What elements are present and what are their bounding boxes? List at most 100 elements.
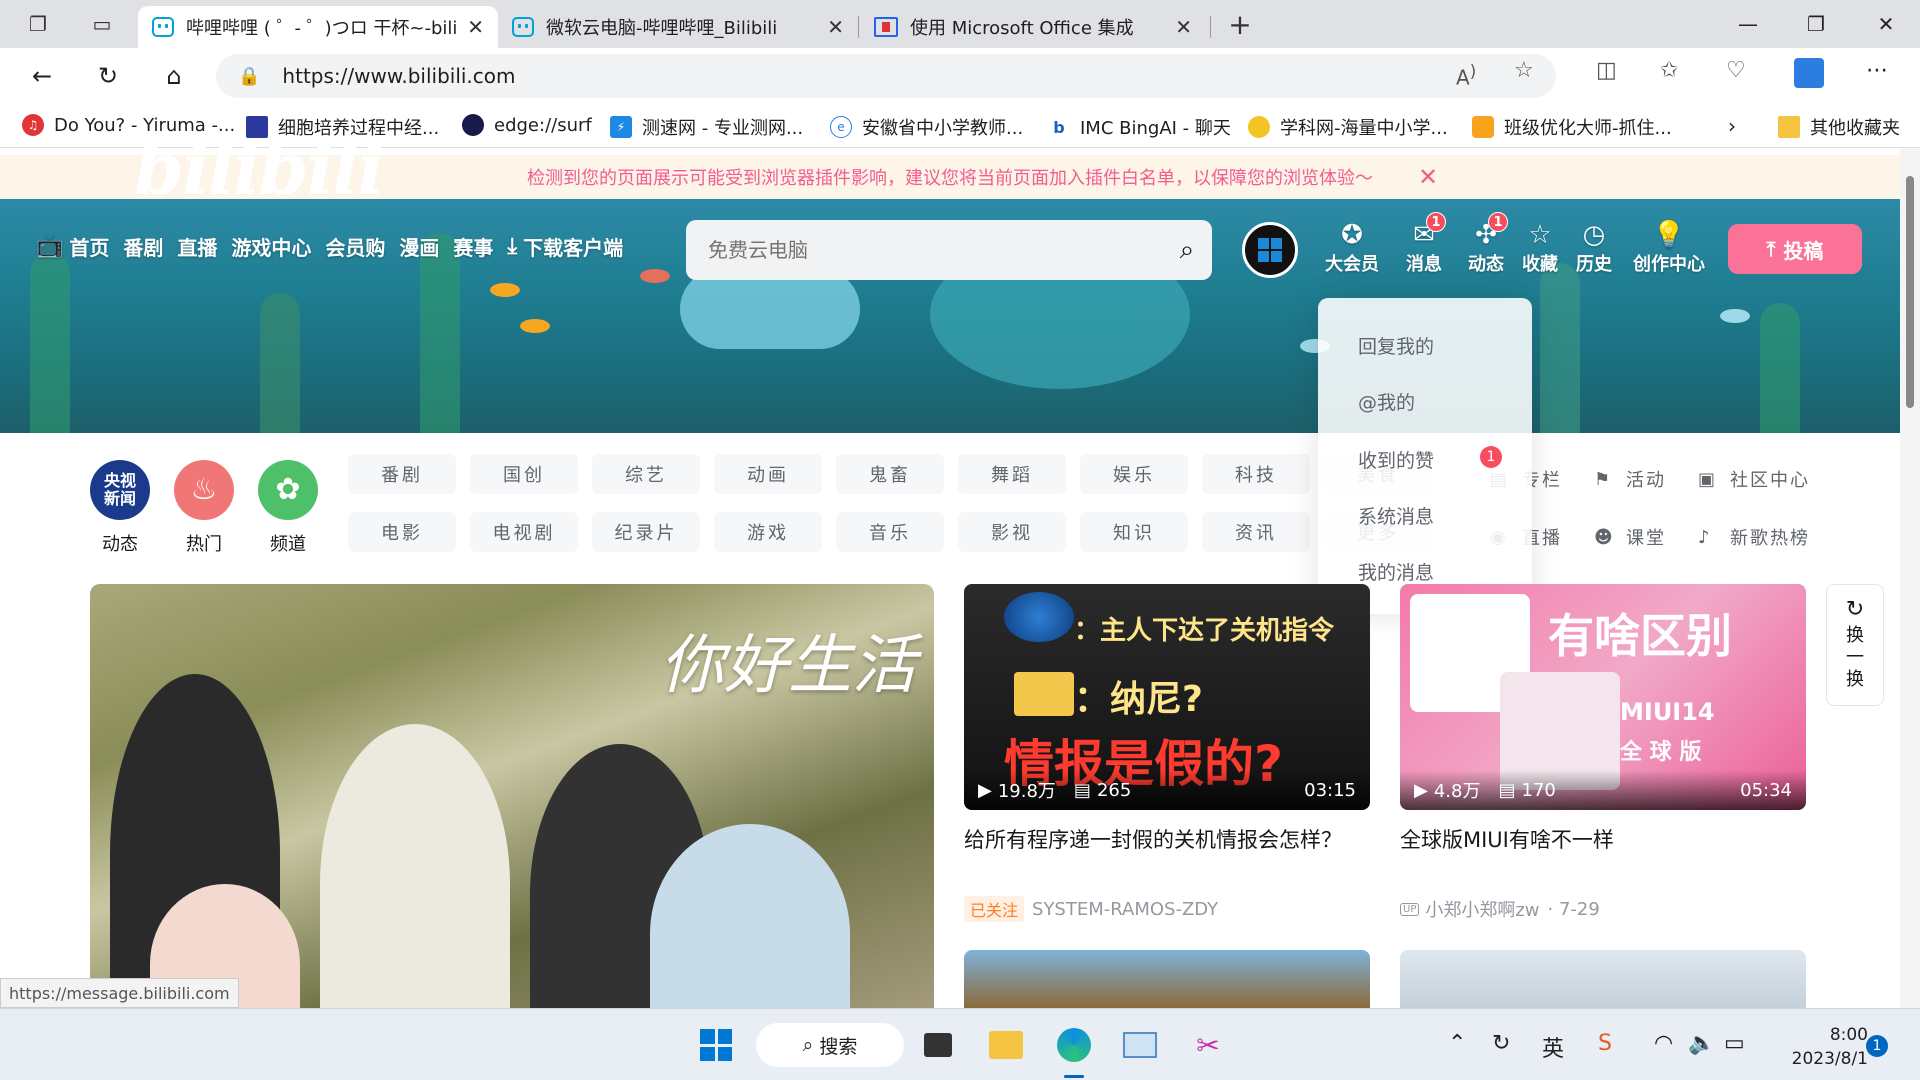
video-thumbnail[interactable] [1400, 950, 1806, 1008]
video-thumbnail[interactable]: ：主人下达了关机指令 ：纳尼? 情报是假的? ▶ 19.8万 ▤ 265 03:15 [964, 584, 1370, 810]
tab-close-icon[interactable]: ✕ [1175, 15, 1192, 39]
channel-pill[interactable]: 番剧 [348, 454, 456, 494]
dropdown-at-me[interactable]: @我的 [1358, 388, 1415, 415]
channel-pill[interactable]: 舞蹈 [958, 454, 1066, 494]
bookmark-item[interactable]: 学科网-海量中小学... [1248, 114, 1448, 140]
bookmark-item[interactable]: 班级优化大师-抓住... [1472, 114, 1672, 140]
notification-badge[interactable]: 1 [1866, 1035, 1888, 1057]
channel-pill[interactable]: 国创 [470, 454, 578, 494]
bilibili-logo[interactable]: bilibili [134, 126, 385, 211]
favorites-icon[interactable]: ✩ [1660, 58, 1678, 83]
channel-pill[interactable]: 影视 [958, 512, 1066, 552]
tab-office[interactable]: 使用 Microsoft Office 集成 ✕ [860, 6, 1206, 48]
favorite-star-icon[interactable]: ☆ [1514, 58, 1534, 83]
search-input[interactable] [708, 238, 1162, 262]
nav-home[interactable]: 📺 首页 [36, 232, 109, 261]
channel-pill[interactable]: 知识 [1080, 512, 1188, 552]
sogou-input-icon[interactable]: S [1598, 1031, 1612, 1056]
lock-icon[interactable]: 🔒 [238, 66, 260, 87]
edge-windows-icon[interactable] [1794, 58, 1824, 88]
volume-icon[interactable]: 🔈 [1688, 1031, 1715, 1056]
bookmarks-overflow-chevron-icon[interactable]: › [1728, 114, 1736, 138]
sync-icon[interactable]: ↻ [1492, 1031, 1510, 1056]
video-title[interactable]: 给所有程序递一封假的关机情报会怎样？ [964, 824, 1370, 856]
nav-anime[interactable]: 番剧 [123, 232, 163, 261]
nav-manga[interactable]: 漫画 [399, 232, 439, 261]
video-meta[interactable]: UP 小郑小郑啊zw · 7-29 [1400, 896, 1600, 922]
back-icon[interactable]: ← [26, 60, 58, 92]
tab-cloud-pc[interactable]: 微软云电脑-哔哩哔哩_Bilibili ✕ [498, 6, 858, 48]
channel-pill[interactable]: 游戏 [714, 512, 822, 552]
channel-pill[interactable]: 动画 [714, 454, 822, 494]
dropdown-likes-received[interactable]: 收到的赞 [1358, 446, 1434, 473]
bookmark-item[interactable]: e 安徽省中小学教师... [830, 114, 1023, 140]
read-aloud-icon[interactable]: A) [1456, 62, 1476, 90]
close-window-icon[interactable]: ✕ [1856, 6, 1916, 42]
channel-pill[interactable]: 综艺 [592, 454, 700, 494]
minimize-icon[interactable]: — [1718, 6, 1778, 42]
favorites-entry[interactable]: ☆ 收藏 [1510, 220, 1570, 276]
channel-pill[interactable]: 音乐 [836, 512, 944, 552]
home-icon[interactable]: ⌂ [158, 60, 190, 92]
task-view-icon[interactable] [916, 1023, 960, 1067]
nav-download-client[interactable]: ⤓ 下载客户端 [507, 232, 623, 261]
vip-entry[interactable]: ✪ 大会员 [1322, 220, 1382, 276]
tab-close-icon[interactable]: ✕ [467, 15, 484, 39]
channel-pill[interactable]: 科技 [1202, 454, 1310, 494]
nav-live[interactable]: 直播 [177, 232, 217, 261]
refresh-recommendations-button[interactable]: ↻ 换 一 换 [1826, 584, 1884, 706]
bookmark-item[interactable]: edge://surf [462, 114, 592, 136]
video-thumbnail[interactable]: 有啥区别 MIUI14 全 球 版 ▶ 4.8万 ▤ 170 05:34 [1400, 584, 1806, 810]
channel-pill[interactable]: 资讯 [1202, 512, 1310, 552]
fire-icon[interactable]: ♨ [174, 460, 234, 520]
other-favorites-folder[interactable]: 其他收藏夹 [1778, 114, 1900, 140]
file-explorer-icon[interactable] [984, 1023, 1028, 1067]
dropdown-system-messages[interactable]: 系统消息 [1358, 502, 1434, 529]
aux-link-community[interactable]: ▣ 社区中心 [1698, 466, 1810, 492]
taskbar-search[interactable]: ⌕ 搜索 [756, 1023, 904, 1067]
cctv-news-channel-icon[interactable]: 央视新闻 [90, 460, 150, 520]
nav-mall[interactable]: 会员购 [325, 232, 385, 261]
system-clock[interactable]: 8:00 2023/8/1 [1772, 1023, 1868, 1071]
channel-label[interactable]: 动态 [90, 530, 150, 556]
dropdown-my-messages[interactable]: 我的消息 [1358, 558, 1434, 585]
edge-browser-icon[interactable] [1052, 1023, 1096, 1067]
start-windows-icon[interactable] [694, 1023, 738, 1067]
new-tab-icon[interactable]: + [1226, 8, 1254, 41]
nav-game-center[interactable]: 游戏中心 [231, 232, 311, 261]
dynamic-entry[interactable]: ✣ 动态 1 [1456, 212, 1516, 276]
channel-pill[interactable]: 鬼畜 [836, 454, 944, 494]
close-icon[interactable]: ✕ [1418, 163, 1438, 191]
history-entry[interactable]: ◷ 历史 [1564, 220, 1624, 276]
channel-pill[interactable]: 娱乐 [1080, 454, 1188, 494]
aux-link-activity[interactable]: ⚑ 活动 [1594, 466, 1666, 492]
message-entry[interactable]: ✉ 消息 1 [1394, 212, 1454, 276]
channel-pill[interactable]: 纪录片 [592, 512, 700, 552]
video-thumbnail[interactable] [964, 950, 1370, 1008]
wifi-icon[interactable]: ◠ [1654, 1031, 1673, 1056]
video-title[interactable]: 全球版MIUI有啥不一样 [1400, 824, 1806, 856]
video-meta[interactable]: 已关注 SYSTEM-RAMOS-ZDY [964, 896, 1218, 922]
tab-actions-icon[interactable]: ▭ [88, 10, 116, 38]
aux-link-music-chart[interactable]: ♪ 新歌热榜 [1698, 524, 1810, 550]
channel-label[interactable]: 热门 [174, 530, 234, 556]
snipping-tool-icon[interactable]: ✂ [1186, 1023, 1230, 1067]
more-icon[interactable]: ⋯ [1866, 58, 1888, 83]
page-scrollbar[interactable] [1900, 148, 1920, 1008]
search-icon[interactable]: ⌕ [1162, 235, 1212, 266]
split-screen-icon[interactable]: ◫ [1596, 58, 1617, 83]
channel-pill[interactable]: 电视剧 [470, 512, 578, 552]
tab-bilibili-home[interactable]: 哔哩哔哩 ( ゜- ゜)つロ 干杯~-bilibili ✕ [138, 6, 498, 48]
channel-cluster-icon[interactable]: ✿ [258, 460, 318, 520]
performance-icon[interactable]: ♡ [1726, 58, 1746, 83]
hero-carousel[interactable]: 你好生活 [90, 584, 934, 1008]
creator-center-entry[interactable]: 💡 创作中心 [1622, 220, 1716, 276]
battery-icon[interactable]: ▭ [1724, 1031, 1745, 1056]
channel-label[interactable]: 频道 [258, 530, 318, 556]
tray-overflow-chevron-icon[interactable]: ⌃ [1448, 1031, 1466, 1056]
upload-button[interactable]: ⤒ 投稿 [1728, 224, 1862, 274]
tab-close-icon[interactable]: ✕ [827, 15, 844, 39]
nav-esports[interactable]: 赛事 [453, 232, 493, 261]
bookmark-item[interactable]: ⚡ 测速网 - 专业测网... [610, 114, 803, 140]
restore-icon[interactable]: ❐ [1786, 6, 1846, 42]
